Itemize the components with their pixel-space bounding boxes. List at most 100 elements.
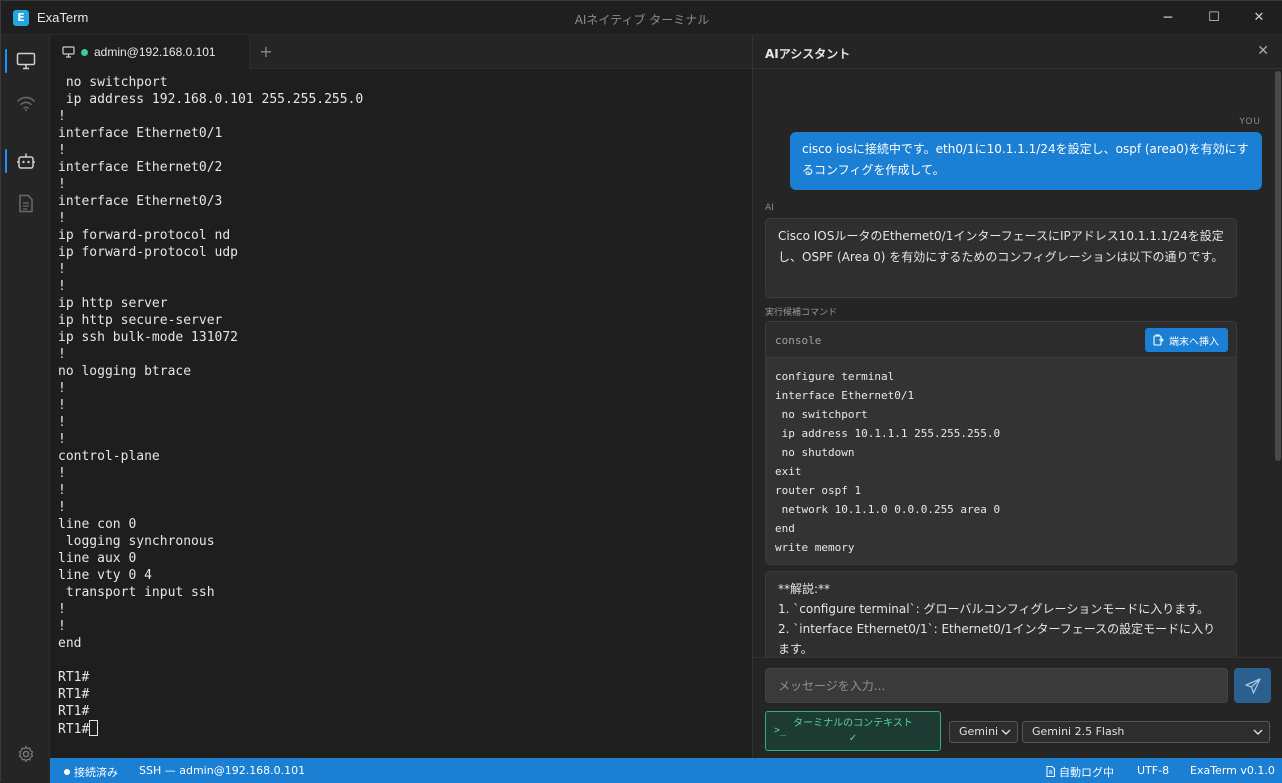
- terminal-line: !: [58, 109, 66, 124]
- minimize-button[interactable]: ─: [1153, 7, 1183, 29]
- message-input[interactable]: [765, 668, 1228, 703]
- activity-network-button[interactable]: [1, 87, 50, 119]
- monitor-icon: [62, 46, 75, 58]
- terminal-line: !: [58, 619, 66, 634]
- terminal-line: no logging btrace: [58, 364, 192, 379]
- ai-message: Cisco IOSルータのEthernet0/1インターフェースにIPアドレス1…: [765, 218, 1237, 298]
- terminal-line: logging synchronous: [58, 534, 215, 549]
- terminal-line: line vty 0 4: [58, 568, 152, 583]
- activity-settings-button[interactable]: [1, 738, 50, 770]
- app-window: E ExaTerm AIネイティブ ターミナル ─ ☐ ✕ admin@192.…: [0, 0, 1282, 783]
- terminal-line: !: [58, 347, 66, 362]
- autolog-label: 自動ログ中: [1059, 766, 1114, 779]
- terminal-line: !: [58, 143, 66, 158]
- ai-panel-title: AIアシスタント: [765, 47, 851, 61]
- version-label: ExaTerm v0.1.0: [1190, 764, 1275, 777]
- monitor-icon: [16, 52, 35, 70]
- terminal-line: RT1#: [58, 670, 90, 685]
- terminal-line: interface Ethernet0/1: [58, 126, 223, 141]
- activity-logs-button[interactable]: [1, 187, 50, 219]
- check-icon: ✓: [848, 733, 858, 744]
- autolog-status[interactable]: 自動ログ中: [1046, 764, 1114, 780]
- terminal-line: RT1#: [58, 704, 90, 719]
- terminal-line: !: [58, 483, 66, 498]
- chat-scrollbar[interactable]: [1275, 71, 1281, 461]
- ai-panel-close-button[interactable]: ✕: [1257, 43, 1269, 59]
- paste-icon: [1153, 334, 1164, 346]
- terminal-output[interactable]: no switchport ip address 192.168.0.101 2…: [50, 70, 752, 758]
- send-button[interactable]: [1234, 668, 1271, 703]
- new-tab-button[interactable]: +: [256, 41, 276, 63]
- terminal-line: ip http server: [58, 296, 168, 311]
- model-value: Gemini 2.5 Flash: [1032, 725, 1125, 738]
- send-icon: [1244, 677, 1261, 694]
- terminal-line: !: [58, 279, 66, 294]
- document-icon: [1046, 766, 1055, 777]
- code-block-header: console 端末へ挿入: [766, 322, 1236, 358]
- terminal-line: ip forward-protocol udp: [58, 245, 239, 260]
- terminal-line: !: [58, 381, 66, 396]
- terminal-line: !: [58, 262, 66, 277]
- close-button[interactable]: ✕: [1244, 7, 1274, 29]
- explanation-line: 2. `interface Ethernet0/1`: Ethernet0/1イ…: [778, 622, 1216, 656]
- terminal-line: !: [58, 466, 66, 481]
- user-message: cisco iosに接続中です。eth0/1に10.1.1.1/24を設定し、o…: [790, 132, 1262, 190]
- activity-ai-button[interactable]: [1, 145, 50, 177]
- terminal-line: transport input ssh: [58, 585, 215, 600]
- terminal-line: interface Ethernet0/2: [58, 160, 223, 175]
- document-icon: [18, 194, 33, 212]
- terminal-line: line con 0: [58, 517, 137, 532]
- terminal-line: !: [58, 602, 66, 617]
- maximize-button[interactable]: ☐: [1199, 7, 1229, 29]
- terminal-prompt-line[interactable]: RT1#: [58, 720, 752, 737]
- wifi-icon: [16, 96, 35, 111]
- chevron-down-icon: [1001, 729, 1011, 735]
- code-block: console 端末へ挿入 configure terminal interfa…: [765, 321, 1237, 565]
- terminal-tab[interactable]: admin@192.168.0.101: [50, 35, 250, 69]
- terminal-line: ip address 192.168.0.101 255.255.255.0: [58, 92, 364, 107]
- chevron-down-icon: [1253, 729, 1263, 735]
- terminal-line: !: [58, 398, 66, 413]
- ai-role-label: AI: [765, 203, 774, 213]
- terminal-context-toggle[interactable]: >_ ターミナルのコンテキスト ✓: [765, 711, 941, 751]
- explanation-line: **解説:**: [778, 582, 831, 596]
- code-language: console: [775, 334, 822, 347]
- connected-dot-icon: [64, 769, 70, 775]
- chat-history[interactable]: YOU cisco iosに接続中です。eth0/1に10.1.1.1/24を設…: [753, 69, 1282, 657]
- terminal-line: no switchport: [58, 75, 168, 90]
- terminal-line: RT1#: [58, 687, 90, 702]
- provider-value: Gemini: [959, 725, 999, 738]
- suggested-commands-label: 実行候補コマンド: [765, 308, 838, 318]
- code-content: configure terminal interface Ethernet0/1…: [775, 370, 1001, 554]
- ai-panel-header: AIアシスタント ✕: [753, 35, 1282, 69]
- window-title: AIネイティブ ターミナル: [574, 13, 710, 27]
- terminal-line: ip http secure-server: [58, 313, 223, 328]
- activity-terminal-button[interactable]: [1, 45, 50, 77]
- terminal-tab-bar: admin@192.168.0.101 +: [50, 35, 752, 69]
- settings-icon: [18, 745, 33, 763]
- insert-to-terminal-button[interactable]: 端末へ挿入: [1145, 328, 1228, 352]
- insert-button-label: 端末へ挿入: [1169, 336, 1219, 348]
- terminal-prompt-icon: >_: [774, 725, 787, 736]
- terminal-prompt: RT1#: [58, 722, 90, 737]
- terminal-line: !: [58, 500, 66, 515]
- terminal-line: !: [58, 432, 66, 447]
- context-label: ターミナルのコンテキスト: [793, 718, 913, 729]
- connection-status: 接続済み: [64, 764, 118, 780]
- terminal-line: !: [58, 415, 66, 430]
- terminal-line: interface Ethernet0/3: [58, 194, 223, 209]
- activity-bar: [1, 35, 50, 783]
- model-select[interactable]: Gemini 2.5 Flash: [1022, 721, 1270, 743]
- encoding-status[interactable]: UTF-8: [1137, 764, 1169, 777]
- terminal-line: ip forward-protocol nd: [58, 228, 231, 243]
- connection-status-dot: [81, 48, 88, 56]
- explanation-line: 1. `configure terminal`: グローバルコンフィグレーション…: [778, 602, 1210, 616]
- chat-input-area: >_ ターミナルのコンテキスト ✓ Gemini Gemini 2.5 Flas…: [753, 657, 1282, 758]
- explanation-message: **解説:** 1. `configure terminal`: グローバルコンフ…: [765, 571, 1237, 657]
- ai-assistant-panel: AIアシスタント ✕ YOU cisco iosに接続中です。eth0/1に10…: [753, 35, 1282, 758]
- title-bar: E ExaTerm AIネイティブ ターミナル ─ ☐ ✕: [1, 1, 1282, 35]
- terminal-line: !: [58, 177, 66, 192]
- status-bar: 接続済み SSH — admin@192.168.0.101 自動ログ中 UTF…: [50, 758, 1282, 783]
- provider-select[interactable]: Gemini: [949, 721, 1018, 743]
